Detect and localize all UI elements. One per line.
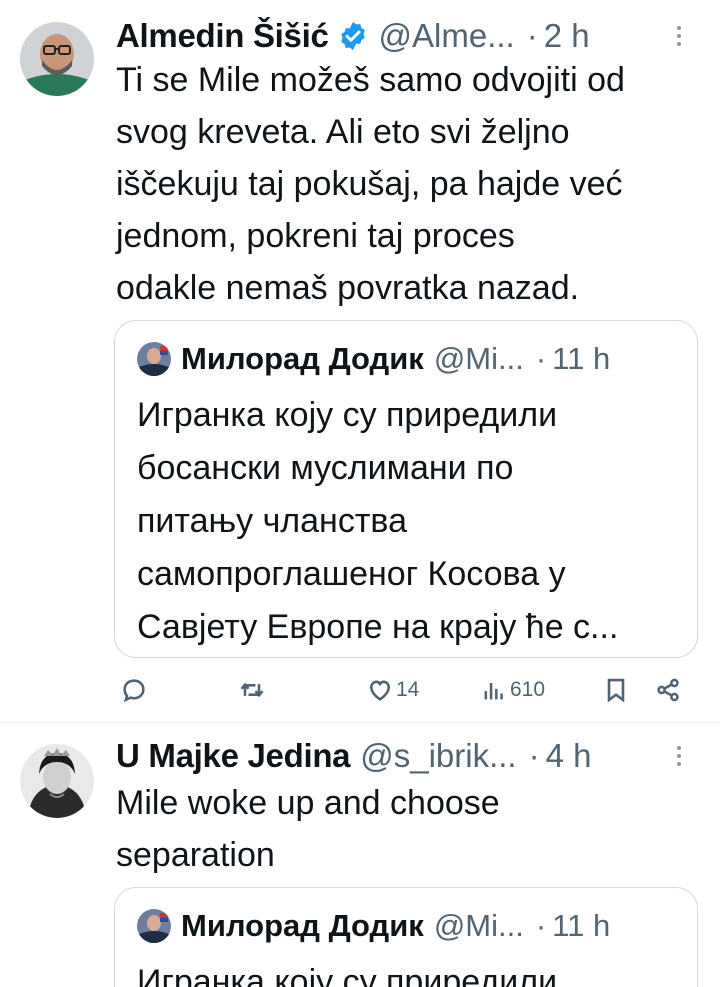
tweet-text-line: jednom, pokreni taj proces bbox=[116, 217, 515, 255]
quoted-tweet-header: Милорад Додик @Mi... · 11 h bbox=[137, 906, 679, 946]
author-handle[interactable]: @s_ibrik... bbox=[360, 737, 516, 775]
quoted-text-line: Игранка коју су приредили bbox=[137, 396, 558, 434]
tweet[interactable]: U Majke Jedina @s_ibrik... · 4 h Mile wo… bbox=[0, 723, 720, 987]
quoted-text-line: питању чланства bbox=[137, 502, 407, 540]
share-button[interactable] bbox=[654, 670, 682, 710]
tweet-text-line: svog kreveta. Ali eto svi željno bbox=[116, 113, 570, 151]
quoted-tweet[interactable]: Милорад Додик @Mi... · 11 h Игранка коју… bbox=[114, 887, 698, 987]
author-name[interactable]: Almedin Šišić bbox=[116, 17, 329, 55]
quoted-author-handle: @Mi... bbox=[433, 908, 524, 943]
tweet-text-line: iščekuju taj pokušaj, pa hajde već bbox=[116, 165, 623, 203]
view-count: 610 bbox=[510, 678, 546, 701]
reply-icon bbox=[123, 679, 145, 703]
tweet-time[interactable]: 4 h bbox=[546, 737, 592, 775]
avatar[interactable] bbox=[20, 22, 94, 96]
quoted-tweet-time: 11 h bbox=[552, 341, 611, 376]
separator-dot: · bbox=[535, 341, 547, 376]
tweet-text: Mile woke up and choose separation bbox=[116, 777, 700, 881]
quoted-author-handle: @Mi... bbox=[433, 341, 524, 376]
quoted-text-line: Игранка коју су приредили bbox=[137, 963, 558, 987]
tweet-text-line: separation bbox=[116, 836, 275, 874]
quoted-author-name: Милорад Додик bbox=[181, 341, 424, 376]
verified-badge-icon bbox=[340, 22, 365, 50]
tweet[interactable]: Almedin Šišić @Alme... · 2 h Ti se Mile … bbox=[0, 0, 720, 722]
quoted-text-line: босански муслимани по bbox=[137, 449, 514, 487]
tweet-text-line: Ti se Mile možeš samo odvojiti od bbox=[116, 61, 625, 99]
separator-dot: · bbox=[528, 737, 540, 774]
like-icon bbox=[369, 680, 391, 701]
quoted-tweet-text: Игранка коју су приредили bbox=[137, 956, 679, 987]
tweet-text-line: odakle nemaš povratka nazad. bbox=[116, 269, 580, 307]
share-icon bbox=[657, 678, 679, 702]
tweet-actions: 14 610 bbox=[114, 670, 690, 710]
like-button[interactable]: 14 bbox=[366, 670, 419, 710]
tweet-text: Ti se Mile možeš samo odvojiti od svog k… bbox=[116, 54, 700, 314]
quoted-avatar bbox=[137, 909, 171, 943]
author-name[interactable]: U Majke Jedina bbox=[116, 737, 351, 775]
avatar[interactable] bbox=[20, 744, 94, 818]
tweet-time[interactable]: 2 h bbox=[544, 17, 590, 55]
tweet-header: U Majke Jedina @s_ibrik... · 4 h bbox=[116, 736, 692, 776]
more-icon[interactable] bbox=[666, 16, 692, 56]
quoted-avatar bbox=[137, 342, 171, 376]
more-icon[interactable] bbox=[666, 736, 692, 776]
separator-dot: · bbox=[535, 908, 547, 943]
separator-dot: · bbox=[526, 17, 538, 54]
quoted-text-line: самопроглашеног Косова у bbox=[137, 555, 566, 593]
reply-button[interactable] bbox=[120, 670, 148, 710]
quoted-author-name: Милорад Додик bbox=[181, 908, 424, 943]
like-count: 14 bbox=[396, 678, 420, 701]
views-button[interactable]: 610 bbox=[480, 670, 545, 710]
tweet-text-line: Mile woke up and choose bbox=[116, 784, 500, 822]
retweet-icon bbox=[240, 682, 264, 698]
views-icon bbox=[484, 683, 503, 700]
quoted-tweet-time: 11 h bbox=[552, 908, 611, 943]
tweet-header: Almedin Šišić @Alme... · 2 h bbox=[116, 16, 692, 56]
bookmark-button[interactable] bbox=[602, 670, 630, 710]
quoted-text-line: Савјету Европе на крају ће с... bbox=[137, 608, 619, 646]
retweet-button[interactable] bbox=[238, 670, 266, 710]
quoted-tweet[interactable]: Милорад Додик @Mi... · 11 h Игранка коју… bbox=[114, 320, 698, 658]
author-handle[interactable]: @Alme... bbox=[379, 17, 515, 55]
quoted-tweet-header: Милорад Додик @Mi... · 11 h bbox=[137, 339, 679, 379]
quoted-tweet-text: Игранка коју су приредили босански мусли… bbox=[137, 389, 679, 654]
bookmark-icon bbox=[607, 678, 625, 703]
